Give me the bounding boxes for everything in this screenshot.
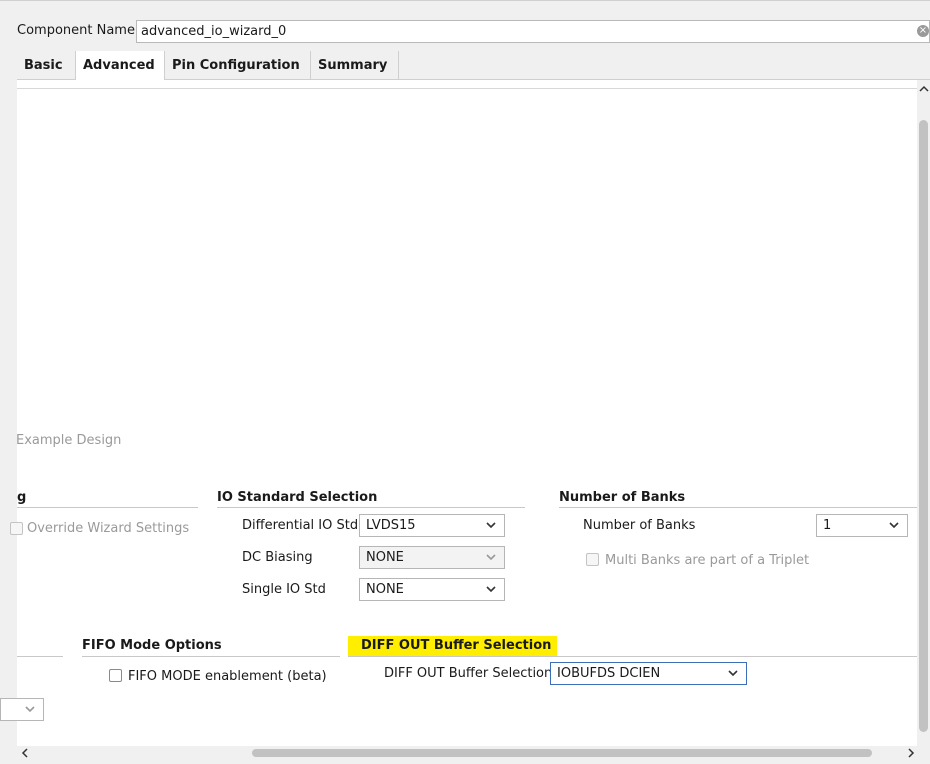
left-section-title: g	[17, 490, 27, 505]
tab-advanced[interactable]: Advanced	[76, 51, 165, 81]
chevron-down-icon	[889, 522, 899, 529]
chevron-down-icon	[728, 670, 738, 677]
fifo-mode-title: FIFO Mode Options	[82, 638, 222, 653]
differential-io-std-label: Differential IO Std	[242, 518, 359, 533]
diff-out-field-label: DIFF OUT Buffer Selection	[384, 666, 553, 681]
number-of-banks-value: 1	[823, 518, 832, 533]
chevron-down-icon	[486, 522, 496, 529]
triplet-label: Multi Banks are part of a Triplet	[605, 553, 810, 568]
diff-out-title: DIFF OUT Buffer Selection	[361, 638, 552, 653]
dc-biasing-select[interactable]: NONE	[359, 546, 505, 569]
left-bottom-divider	[17, 656, 63, 657]
differential-io-std-value: LVDS15	[366, 518, 416, 533]
scroll-up-icon[interactable]	[919, 84, 929, 94]
override-wizard-checkbox[interactable]	[10, 522, 23, 535]
panel-divider	[17, 88, 917, 89]
number-of-banks-divider	[559, 507, 917, 508]
number-of-banks-title: Number of Banks	[559, 490, 686, 505]
single-io-std-select[interactable]: NONE	[359, 578, 505, 601]
triplet-checkbox[interactable]	[586, 553, 599, 566]
diff-out-value: IOBUFDS DCIEN	[557, 666, 661, 681]
diff-out-divider	[348, 656, 917, 657]
tab-pin-configuration[interactable]: Pin Configuration	[165, 51, 311, 80]
component-name-label: Component Name	[17, 23, 135, 38]
single-io-std-value: NONE	[366, 582, 404, 597]
io-standard-title: IO Standard Selection	[217, 490, 378, 505]
io-standard-divider	[217, 507, 525, 508]
tab-bar: Basic Advanced Pin Configuration Summary	[17, 51, 930, 81]
fifo-mode-label: FIFO MODE enablement (beta)	[128, 669, 327, 684]
tab-summary[interactable]: Summary	[311, 51, 399, 80]
tab-basic[interactable]: Basic	[17, 51, 76, 80]
example-design-label: Example Design	[16, 433, 122, 448]
differential-io-std-select[interactable]: LVDS15	[359, 514, 505, 537]
component-name-input[interactable]	[136, 20, 930, 43]
number-of-banks-label: Number of Banks	[583, 518, 696, 533]
horizontal-scroll-thumb[interactable]	[252, 749, 872, 757]
single-io-std-label: Single IO Std	[242, 582, 326, 597]
fifo-mode-divider	[82, 656, 340, 657]
clear-icon[interactable]: ×	[917, 25, 929, 37]
chevron-down-icon	[486, 554, 496, 561]
left-section-divider	[17, 507, 198, 508]
left-cutoff-select[interactable]	[0, 698, 44, 721]
scroll-right-icon[interactable]	[906, 748, 916, 758]
diff-out-select[interactable]: IOBUFDS DCIEN	[550, 662, 747, 685]
dc-biasing-value: NONE	[366, 550, 404, 565]
vertical-scroll-thumb[interactable]	[919, 120, 928, 732]
scroll-left-icon[interactable]	[20, 748, 30, 758]
dc-biasing-label: DC Biasing	[242, 550, 313, 565]
chevron-down-icon	[25, 706, 35, 713]
chevron-down-icon	[486, 586, 496, 593]
fifo-mode-checkbox[interactable]	[109, 669, 122, 682]
number-of-banks-select[interactable]: 1	[816, 514, 908, 537]
override-wizard-label: Override Wizard Settings	[27, 521, 190, 536]
